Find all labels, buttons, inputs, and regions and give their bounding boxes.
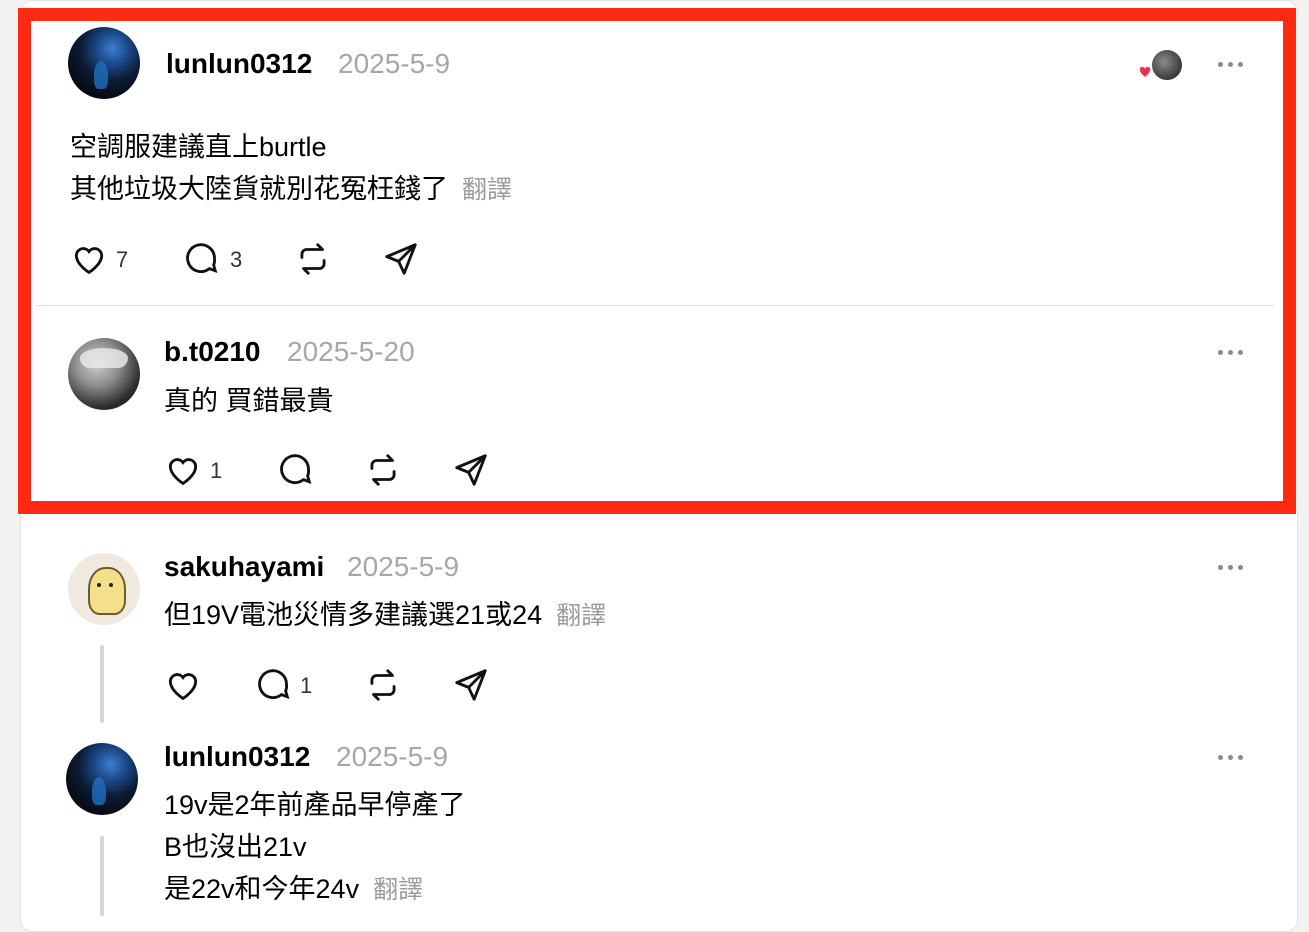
- post-date: 2025-5-9: [347, 551, 460, 582]
- thread-line: [100, 645, 104, 723]
- more-icon[interactable]: [1216, 59, 1246, 69]
- post-username[interactable]: b.t0210: [164, 336, 261, 368]
- more-icon[interactable]: [1216, 752, 1246, 762]
- heart-icon[interactable]: [164, 451, 202, 489]
- more-icon[interactable]: [1216, 347, 1246, 357]
- more-icon[interactable]: [1216, 562, 1246, 572]
- translate-link[interactable]: 翻譯: [462, 176, 512, 204]
- liked-heart-icon: [1138, 65, 1152, 79]
- post-text-line: 19v是2年前產品早停產了: [164, 790, 466, 820]
- post-text-line: 真的 買錯最貴: [164, 386, 334, 416]
- comment-count: 1: [300, 673, 313, 698]
- translate-link[interactable]: 翻譯: [373, 876, 423, 904]
- comment-icon[interactable]: [276, 451, 314, 489]
- post-username[interactable]: sakuhayami: [164, 551, 324, 583]
- post-text-line: 其他垃圾大陸貨就別花冤枉錢了 翻譯: [70, 174, 513, 204]
- comment-count: 3: [230, 247, 243, 272]
- thread-line: [100, 836, 104, 916]
- avatar[interactable]: [68, 338, 140, 410]
- post-text-line: 但19V電池災情多建議選21或24 翻譯: [164, 600, 607, 630]
- liked-by-avatar: [1150, 48, 1184, 82]
- divider: [36, 305, 1274, 306]
- post-date: 2025-5-9: [338, 48, 451, 79]
- heart-icon[interactable]: [164, 666, 202, 704]
- repost-icon[interactable]: [294, 240, 332, 278]
- post-date: 2025-5-9: [336, 741, 449, 772]
- like-count: 7: [116, 247, 129, 272]
- repost-icon[interactable]: [364, 451, 402, 489]
- share-icon[interactable]: [452, 451, 490, 489]
- like-count: 1: [210, 458, 223, 483]
- translate-link[interactable]: 翻譯: [556, 602, 606, 630]
- post-username[interactable]: lunlun0312: [164, 741, 310, 773]
- avatar[interactable]: [68, 27, 140, 99]
- repost-icon[interactable]: [364, 666, 402, 704]
- heart-icon[interactable]: [70, 240, 108, 278]
- share-icon[interactable]: [452, 666, 490, 704]
- post-date: 2025-5-20: [287, 336, 415, 367]
- share-icon[interactable]: [382, 240, 420, 278]
- avatar[interactable]: [66, 743, 138, 815]
- comment-icon[interactable]: [254, 666, 292, 704]
- comment-icon[interactable]: [182, 240, 220, 278]
- post-text-line: B也沒出21v: [164, 832, 307, 862]
- post-text-line: 空調服建議直上burtle: [70, 132, 327, 162]
- post-text-line: 是22v和今年24v 翻譯: [164, 874, 424, 904]
- post-username[interactable]: lunlun0312: [166, 48, 312, 80]
- avatar[interactable]: [68, 553, 140, 625]
